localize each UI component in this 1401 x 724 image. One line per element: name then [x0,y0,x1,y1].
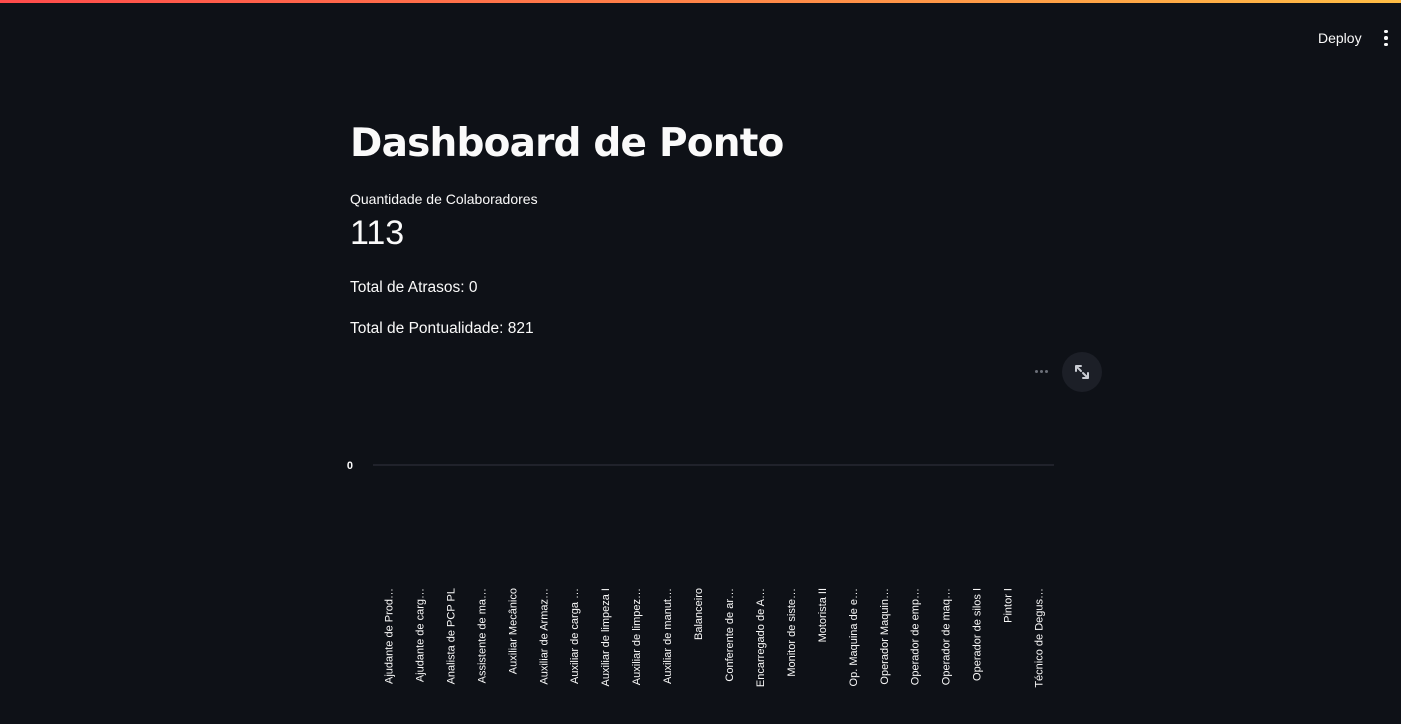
x-tick-label: Motorista II [817,588,829,642]
x-tick-label: Analista de PCP PL [445,588,457,684]
x-tick-label: Auxiliar Mecânico [507,588,519,674]
metric-value: 113 [350,214,405,252]
total-pontualidade-text: Total de Pontualidade: 821 [350,320,534,337]
x-tick-label: Operador de silos I [972,588,984,681]
x-tick-label: Conferente de ar… [724,588,736,682]
metric-label: Quantidade de Colaboradores [350,191,538,207]
x-tick-label: Monitor de siste… [786,588,798,677]
horizontal-ellipsis-icon[interactable] [1030,362,1052,380]
x-tick-label: Encarregado de A… [755,588,767,687]
x-tick-label: Op. Maquina de e… [848,588,860,686]
x-tick-label: Auxiliar de limpez… [631,588,643,685]
y-tick-label: 0 [347,460,353,472]
x-tick-label: Técnico de Degus… [1034,588,1046,688]
x-tick-label: Ajudante de Prod… [383,588,395,684]
x-tick-label: Auxiliar de limpeza I [600,588,612,686]
x-tick-label: Assistente de ma… [476,588,488,683]
x-tick-label: Ajudante de carg… [414,588,426,682]
x-tick-label: Operador de maq… [941,588,953,685]
expand-icon [1075,365,1089,379]
x-tick-label: Pintor I [1003,588,1015,623]
vertical-ellipsis-icon[interactable] [1376,25,1396,51]
app-header: Deploy [0,3,1401,63]
bar-chart: 0 Ajudante de Prod… Ajudante de carg… Anali… [347,460,1054,688]
x-tick-label: Operador Maquin… [879,588,891,685]
page-title: Dashboard de Ponto [350,121,784,166]
x-tick-label: Auxiliar de carga … [569,588,581,684]
x-tick-label: Balanceiro [693,588,705,640]
fullscreen-button[interactable] [1062,352,1102,392]
total-atrasos-text: Total de Atrasos: 0 [350,279,478,296]
x-tick-label: Operador de emp… [910,588,922,685]
x-tick-label: Auxiliar de Armaz… [538,588,550,685]
deploy-button[interactable]: Deploy [1306,25,1374,51]
x-tick-label: Auxiliar de manut… [662,588,674,684]
